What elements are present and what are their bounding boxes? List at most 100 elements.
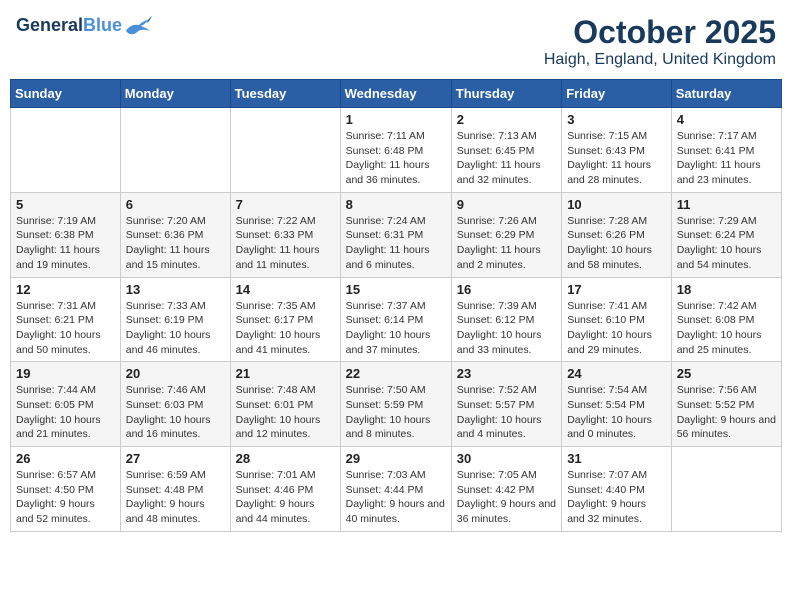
col-header-sunday: Sunday xyxy=(11,80,121,108)
col-header-wednesday: Wednesday xyxy=(340,80,451,108)
location: Haigh, England, United Kingdom xyxy=(544,51,776,69)
day-number: 8 xyxy=(346,197,446,212)
calendar-cell: 27 Sunrise: 6:59 AM Sunset: 4:48 PM Dayli… xyxy=(120,447,230,532)
day-number: 2 xyxy=(457,112,556,127)
day-info: Sunrise: 7:39 AM Sunset: 6:12 PM Dayligh… xyxy=(457,299,556,358)
col-header-thursday: Thursday xyxy=(451,80,561,108)
day-number: 16 xyxy=(457,282,556,297)
day-number: 4 xyxy=(677,112,776,127)
day-number: 14 xyxy=(236,282,335,297)
logo-bird-icon xyxy=(124,14,152,38)
day-number: 3 xyxy=(567,112,666,127)
day-info: Sunrise: 7:17 AM Sunset: 6:41 PM Dayligh… xyxy=(677,129,776,188)
calendar-cell: 15 Sunrise: 7:37 AM Sunset: 6:14 PM Dayli… xyxy=(340,277,451,362)
day-info: Sunrise: 7:03 AM Sunset: 4:44 PM Dayligh… xyxy=(346,468,446,527)
day-info: Sunrise: 6:59 AM Sunset: 4:48 PM Dayligh… xyxy=(126,468,225,527)
calendar-cell xyxy=(120,108,230,193)
day-number: 7 xyxy=(236,197,335,212)
day-info: Sunrise: 7:44 AM Sunset: 6:05 PM Dayligh… xyxy=(16,383,115,442)
calendar-week-row: 19 Sunrise: 7:44 AM Sunset: 6:05 PM Dayli… xyxy=(11,362,782,447)
calendar-cell: 22 Sunrise: 7:50 AM Sunset: 5:59 PM Dayli… xyxy=(340,362,451,447)
day-number: 22 xyxy=(346,366,446,381)
day-number: 6 xyxy=(126,197,225,212)
day-number: 11 xyxy=(677,197,776,212)
calendar-cell: 12 Sunrise: 7:31 AM Sunset: 6:21 PM Dayli… xyxy=(11,277,121,362)
day-info: Sunrise: 7:07 AM Sunset: 4:40 PM Dayligh… xyxy=(567,468,666,527)
day-number: 20 xyxy=(126,366,225,381)
calendar-cell: 2 Sunrise: 7:13 AM Sunset: 6:45 PM Daylig… xyxy=(451,108,561,193)
day-number: 24 xyxy=(567,366,666,381)
day-info: Sunrise: 7:48 AM Sunset: 6:01 PM Dayligh… xyxy=(236,383,335,442)
calendar-cell: 30Sunrise: 7:05 AM Sunset: 4:42 PM Dayli… xyxy=(451,447,561,532)
day-number: 26 xyxy=(16,451,115,466)
calendar-week-row: 12 Sunrise: 7:31 AM Sunset: 6:21 PM Dayli… xyxy=(11,277,782,362)
day-number: 18 xyxy=(677,282,776,297)
day-number: 17 xyxy=(567,282,666,297)
col-header-tuesday: Tuesday xyxy=(230,80,340,108)
title-block: October 2025 Haigh, England, United King… xyxy=(544,14,776,69)
logo-text: GeneralBlue xyxy=(16,16,122,36)
col-header-monday: Monday xyxy=(120,80,230,108)
calendar-cell: 11 Sunrise: 7:29 AM Sunset: 6:24 PM Dayli… xyxy=(671,192,781,277)
calendar-cell xyxy=(671,447,781,532)
calendar-cell: 4 Sunrise: 7:17 AM Sunset: 6:41 PM Daylig… xyxy=(671,108,781,193)
calendar-cell: 23 Sunrise: 7:52 AM Sunset: 5:57 PM Dayli… xyxy=(451,362,561,447)
day-info: Sunrise: 7:54 AM Sunset: 5:54 PM Dayligh… xyxy=(567,383,666,442)
day-info: Sunrise: 7:28 AM Sunset: 6:26 PM Dayligh… xyxy=(567,214,666,273)
day-info: Sunrise: 7:19 AM Sunset: 6:38 PM Dayligh… xyxy=(16,214,115,273)
calendar-cell: 19 Sunrise: 7:44 AM Sunset: 6:05 PM Dayli… xyxy=(11,362,121,447)
calendar-cell: 29 Sunrise: 7:03 AM Sunset: 4:44 PM Dayli… xyxy=(340,447,451,532)
day-info: Sunrise: 7:56 AM Sunset: 5:52 PM Dayligh… xyxy=(677,383,776,442)
day-number: 27 xyxy=(126,451,225,466)
day-info: Sunrise: 7:37 AM Sunset: 6:14 PM Dayligh… xyxy=(346,299,446,358)
day-number: 19 xyxy=(16,366,115,381)
day-info: Sunrise: 7:46 AM Sunset: 6:03 PM Dayligh… xyxy=(126,383,225,442)
calendar-cell: 3 Sunrise: 7:15 AM Sunset: 6:43 PM Daylig… xyxy=(562,108,672,193)
calendar-cell: 17Sunrise: 7:41 AM Sunset: 6:10 PM Dayli… xyxy=(562,277,672,362)
day-info: Sunrise: 7:42 AM Sunset: 6:08 PM Dayligh… xyxy=(677,299,776,358)
calendar-cell: 9Sunrise: 7:26 AM Sunset: 6:29 PM Daylig… xyxy=(451,192,561,277)
day-number: 1 xyxy=(346,112,446,127)
col-header-friday: Friday xyxy=(562,80,672,108)
calendar-cell: 25 Sunrise: 7:56 AM Sunset: 5:52 PM Dayli… xyxy=(671,362,781,447)
calendar-cell: 26 Sunrise: 6:57 AM Sunset: 4:50 PM Dayli… xyxy=(11,447,121,532)
day-number: 28 xyxy=(236,451,335,466)
calendar-cell xyxy=(230,108,340,193)
day-number: 23 xyxy=(457,366,556,381)
day-number: 10 xyxy=(567,197,666,212)
day-number: 25 xyxy=(677,366,776,381)
calendar-cell: 6 Sunrise: 7:20 AM Sunset: 6:36 PM Daylig… xyxy=(120,192,230,277)
day-info: Sunrise: 6:57 AM Sunset: 4:50 PM Dayligh… xyxy=(16,468,115,527)
header: GeneralBlue October 2025 Haigh, England,… xyxy=(10,10,782,73)
calendar-cell: 20 Sunrise: 7:46 AM Sunset: 6:03 PM Dayli… xyxy=(120,362,230,447)
day-info: Sunrise: 7:50 AM Sunset: 5:59 PM Dayligh… xyxy=(346,383,446,442)
day-number: 15 xyxy=(346,282,446,297)
day-info: Sunrise: 7:52 AM Sunset: 5:57 PM Dayligh… xyxy=(457,383,556,442)
day-number: 29 xyxy=(346,451,446,466)
day-number: 5 xyxy=(16,197,115,212)
day-info: Sunrise: 7:13 AM Sunset: 6:45 PM Dayligh… xyxy=(457,129,556,188)
day-number: 12 xyxy=(16,282,115,297)
day-info: Sunrise: 7:31 AM Sunset: 6:21 PM Dayligh… xyxy=(16,299,115,358)
calendar-cell: 5 Sunrise: 7:19 AM Sunset: 6:38 PM Daylig… xyxy=(11,192,121,277)
calendar-header-row: SundayMondayTuesdayWednesdayThursdayFrid… xyxy=(11,80,782,108)
day-info: Sunrise: 7:29 AM Sunset: 6:24 PM Dayligh… xyxy=(677,214,776,273)
day-number: 31 xyxy=(567,451,666,466)
day-info: Sunrise: 7:20 AM Sunset: 6:36 PM Dayligh… xyxy=(126,214,225,273)
day-info: Sunrise: 7:01 AM Sunset: 4:46 PM Dayligh… xyxy=(236,468,335,527)
calendar-week-row: 1Sunrise: 7:11 AM Sunset: 6:48 PM Daylig… xyxy=(11,108,782,193)
calendar-cell: 28 Sunrise: 7:01 AM Sunset: 4:46 PM Dayli… xyxy=(230,447,340,532)
calendar-cell: 10 Sunrise: 7:28 AM Sunset: 6:26 PM Dayli… xyxy=(562,192,672,277)
calendar-cell: 8Sunrise: 7:24 AM Sunset: 6:31 PM Daylig… xyxy=(340,192,451,277)
calendar-cell: 18 Sunrise: 7:42 AM Sunset: 6:08 PM Dayli… xyxy=(671,277,781,362)
calendar-cell: 7Sunrise: 7:22 AM Sunset: 6:33 PM Daylig… xyxy=(230,192,340,277)
col-header-saturday: Saturday xyxy=(671,80,781,108)
day-number: 13 xyxy=(126,282,225,297)
calendar-cell: 31 Sunrise: 7:07 AM Sunset: 4:40 PM Dayli… xyxy=(562,447,672,532)
calendar-cell: 24 Sunrise: 7:54 AM Sunset: 5:54 PM Dayli… xyxy=(562,362,672,447)
calendar-cell: 16 Sunrise: 7:39 AM Sunset: 6:12 PM Dayli… xyxy=(451,277,561,362)
calendar-cell: 1Sunrise: 7:11 AM Sunset: 6:48 PM Daylig… xyxy=(340,108,451,193)
calendar-week-row: 26 Sunrise: 6:57 AM Sunset: 4:50 PM Dayli… xyxy=(11,447,782,532)
day-number: 21 xyxy=(236,366,335,381)
day-info: Sunrise: 7:15 AM Sunset: 6:43 PM Dayligh… xyxy=(567,129,666,188)
